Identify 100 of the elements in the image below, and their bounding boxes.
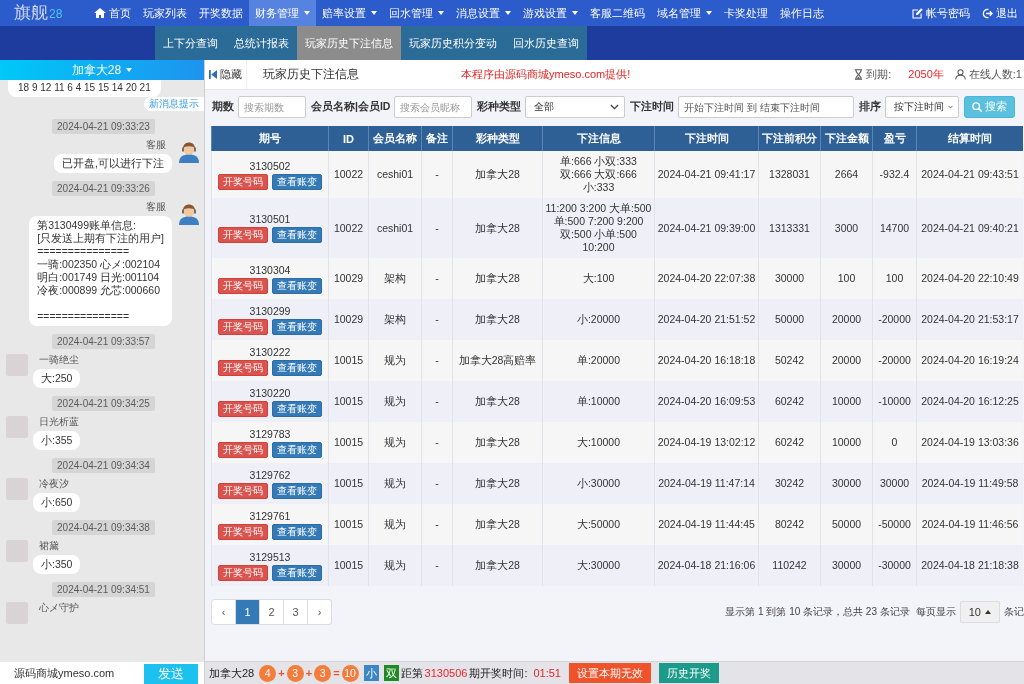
page-button[interactable]: 3	[284, 600, 308, 624]
sender-name: 客服	[145, 201, 167, 213]
message-time: 2024-04-21 09:34:25	[52, 396, 155, 411]
draw-result-button[interactable]: 开奖号码	[218, 523, 268, 540]
invalidate-period-button[interactable]: 设置本期无效	[569, 663, 651, 683]
chat-bubble: 已开盘,可以进行下注	[54, 154, 172, 173]
sender-name: 一骑绝尘	[38, 354, 80, 366]
date-range-field[interactable]: 开始下注时间 到 结束下注时间	[678, 96, 855, 118]
table-cell: 10015	[328, 545, 369, 586]
chat-bubble: 第3130499账单信息: [只发送上期有下注的用户] =============== 一骑:002350 心メ:002104 明白:001749 日光:001104 冷夜:000899 允芯:000660 ===============	[29, 216, 172, 326]
next-period: 3130506	[424, 667, 468, 679]
draw-result-button[interactable]: 开奖号码	[218, 564, 268, 581]
sub-tab[interactable]: 上下分查询	[155, 26, 226, 60]
sender-name: 客服	[145, 139, 167, 151]
draw-result-button[interactable]: 开奖号码	[218, 400, 268, 417]
view-ledger-button[interactable]: 查看账变	[272, 359, 322, 376]
chevron-down-icon	[610, 104, 620, 110]
brand-suffix: 28	[49, 7, 63, 21]
caret-icon	[126, 68, 133, 72]
nav-menu-item[interactable]: 玩家列表	[137, 0, 193, 26]
search-field[interactable]: 搜索期数	[238, 96, 306, 118]
step-back-icon	[209, 70, 217, 79]
nav-menu-item[interactable]: 卡奖处理	[718, 0, 774, 26]
nav-menu-item[interactable]: 域名管理	[651, 0, 718, 26]
column-header: 下注金额	[820, 126, 873, 151]
period-number: 3130222	[248, 345, 292, 359]
message-time: 2024-04-21 09:33:57	[52, 334, 155, 349]
view-ledger-button[interactable]: 查看账变	[272, 523, 322, 540]
filter-label: 会员名称|会员ID	[311, 100, 391, 114]
draw-result-button[interactable]: 开奖号码	[218, 173, 268, 190]
chat-bubble: 大:250	[33, 369, 81, 388]
draw-history-button[interactable]: 历史开奖	[659, 663, 719, 683]
period-number: 3130304	[248, 263, 292, 277]
nav-menu-item[interactable]: 客服二维码	[584, 0, 651, 26]
sender-name: 心メ守护	[38, 602, 80, 614]
draw-result-button[interactable]: 开奖号码	[218, 482, 268, 499]
dropdown-field[interactable]: 按下注时间	[885, 96, 960, 118]
online-count: 在线人数:1	[968, 67, 1022, 82]
draw-result-button[interactable]: 开奖号码	[218, 277, 268, 294]
chat-bubble: 小:355	[33, 431, 81, 450]
account-password-link[interactable]: 帐号密码	[906, 0, 976, 26]
period-number: 3130502	[248, 159, 292, 173]
column-header: 备注	[421, 126, 453, 151]
period-number: 3130299	[248, 304, 292, 318]
page-button[interactable]: 1	[236, 600, 260, 624]
column-header: 下注信息	[542, 126, 655, 151]
message-input[interactable]: 源码商城ymeso.com	[0, 662, 140, 684]
new-message-hint[interactable]: 新消息提示	[144, 97, 204, 111]
nav-menu-item[interactable]: 财务管理	[249, 0, 316, 26]
operator-sign: =	[333, 667, 340, 679]
sub-tab[interactable]: 玩家历史下注信息	[297, 26, 401, 60]
draw-result-button[interactable]: 开奖号码	[218, 359, 268, 376]
logout-link[interactable]: 退出	[976, 0, 1024, 26]
view-ledger-button[interactable]: 查看账变	[272, 277, 322, 294]
view-ledger-button[interactable]: 查看账变	[272, 173, 322, 190]
page-button[interactable]: ›	[308, 600, 331, 624]
page-size-label: 每页显示	[915, 605, 956, 619]
message-time: 2024-04-21 09:33:26	[52, 181, 155, 196]
draw-result-button[interactable]: 开奖号码	[218, 318, 268, 335]
nav-menu-item[interactable]: 赔率设置	[316, 0, 383, 26]
sub-tab[interactable]: 总统计报表	[226, 26, 297, 60]
countdown-label: 期开奖时间:	[469, 665, 528, 681]
dropdown-field[interactable]: 全部	[525, 96, 626, 118]
view-ledger-button[interactable]: 查看账变	[272, 441, 322, 458]
page-button[interactable]: 2	[260, 600, 284, 624]
table-cell: 大:30000	[542, 545, 655, 586]
view-ledger-button[interactable]: 查看账变	[272, 227, 322, 243]
column-header: 下注前积分	[758, 126, 821, 151]
nav-menu-item[interactable]: 操作日志	[774, 0, 830, 26]
chat-bubble: 小:350	[33, 555, 81, 574]
nav-menu-item[interactable]: 首页	[88, 0, 137, 26]
table-cell: 30000	[820, 545, 873, 586]
table-cell: 规为	[368, 545, 422, 586]
view-ledger-button[interactable]: 查看账变	[272, 482, 322, 499]
record-summary: 显示第 1 到第 10 条记录，总共 23 条记录	[725, 605, 910, 619]
table-cell: 2024-04-18 21:18:38	[916, 545, 1023, 586]
nav-menu-item[interactable]: 游戏设置	[517, 0, 584, 26]
column-header: 盈亏	[872, 126, 917, 151]
page-size-dropdown[interactable]: 10	[959, 601, 1000, 623]
period-number: 3129513	[248, 550, 292, 564]
view-ledger-button[interactable]: 查看账变	[272, 400, 322, 417]
number-ball: 4	[259, 664, 277, 682]
view-ledger-button[interactable]: 查看账变	[272, 564, 322, 581]
game-selector[interactable]: 加拿大28	[0, 60, 204, 80]
nav-menu-item[interactable]: 消息设置	[450, 0, 517, 26]
sub-tab[interactable]: 回水历史查询	[505, 26, 587, 60]
view-ledger-button[interactable]: 查看账变	[272, 318, 322, 335]
draw-result-button[interactable]: 开奖号码	[218, 441, 268, 458]
result-tag: 小	[363, 665, 379, 681]
user-icon	[954, 69, 966, 80]
search-field[interactable]: 搜索会员昵称	[394, 96, 473, 118]
nav-menu-item[interactable]: 回水管理	[383, 0, 450, 26]
nav-menu-item[interactable]: 开奖数据	[193, 0, 249, 26]
message-time: 2024-04-21 09:34:38	[52, 520, 155, 535]
brand-name: 旗舰	[14, 3, 48, 23]
expiry-date: 2050年	[908, 67, 944, 82]
draw-result-button[interactable]: 开奖号码	[218, 227, 268, 243]
sub-tab[interactable]: 玩家历史积分变动	[401, 26, 505, 60]
period-number: 3129761	[248, 509, 292, 523]
number-ball: 3	[286, 664, 304, 682]
